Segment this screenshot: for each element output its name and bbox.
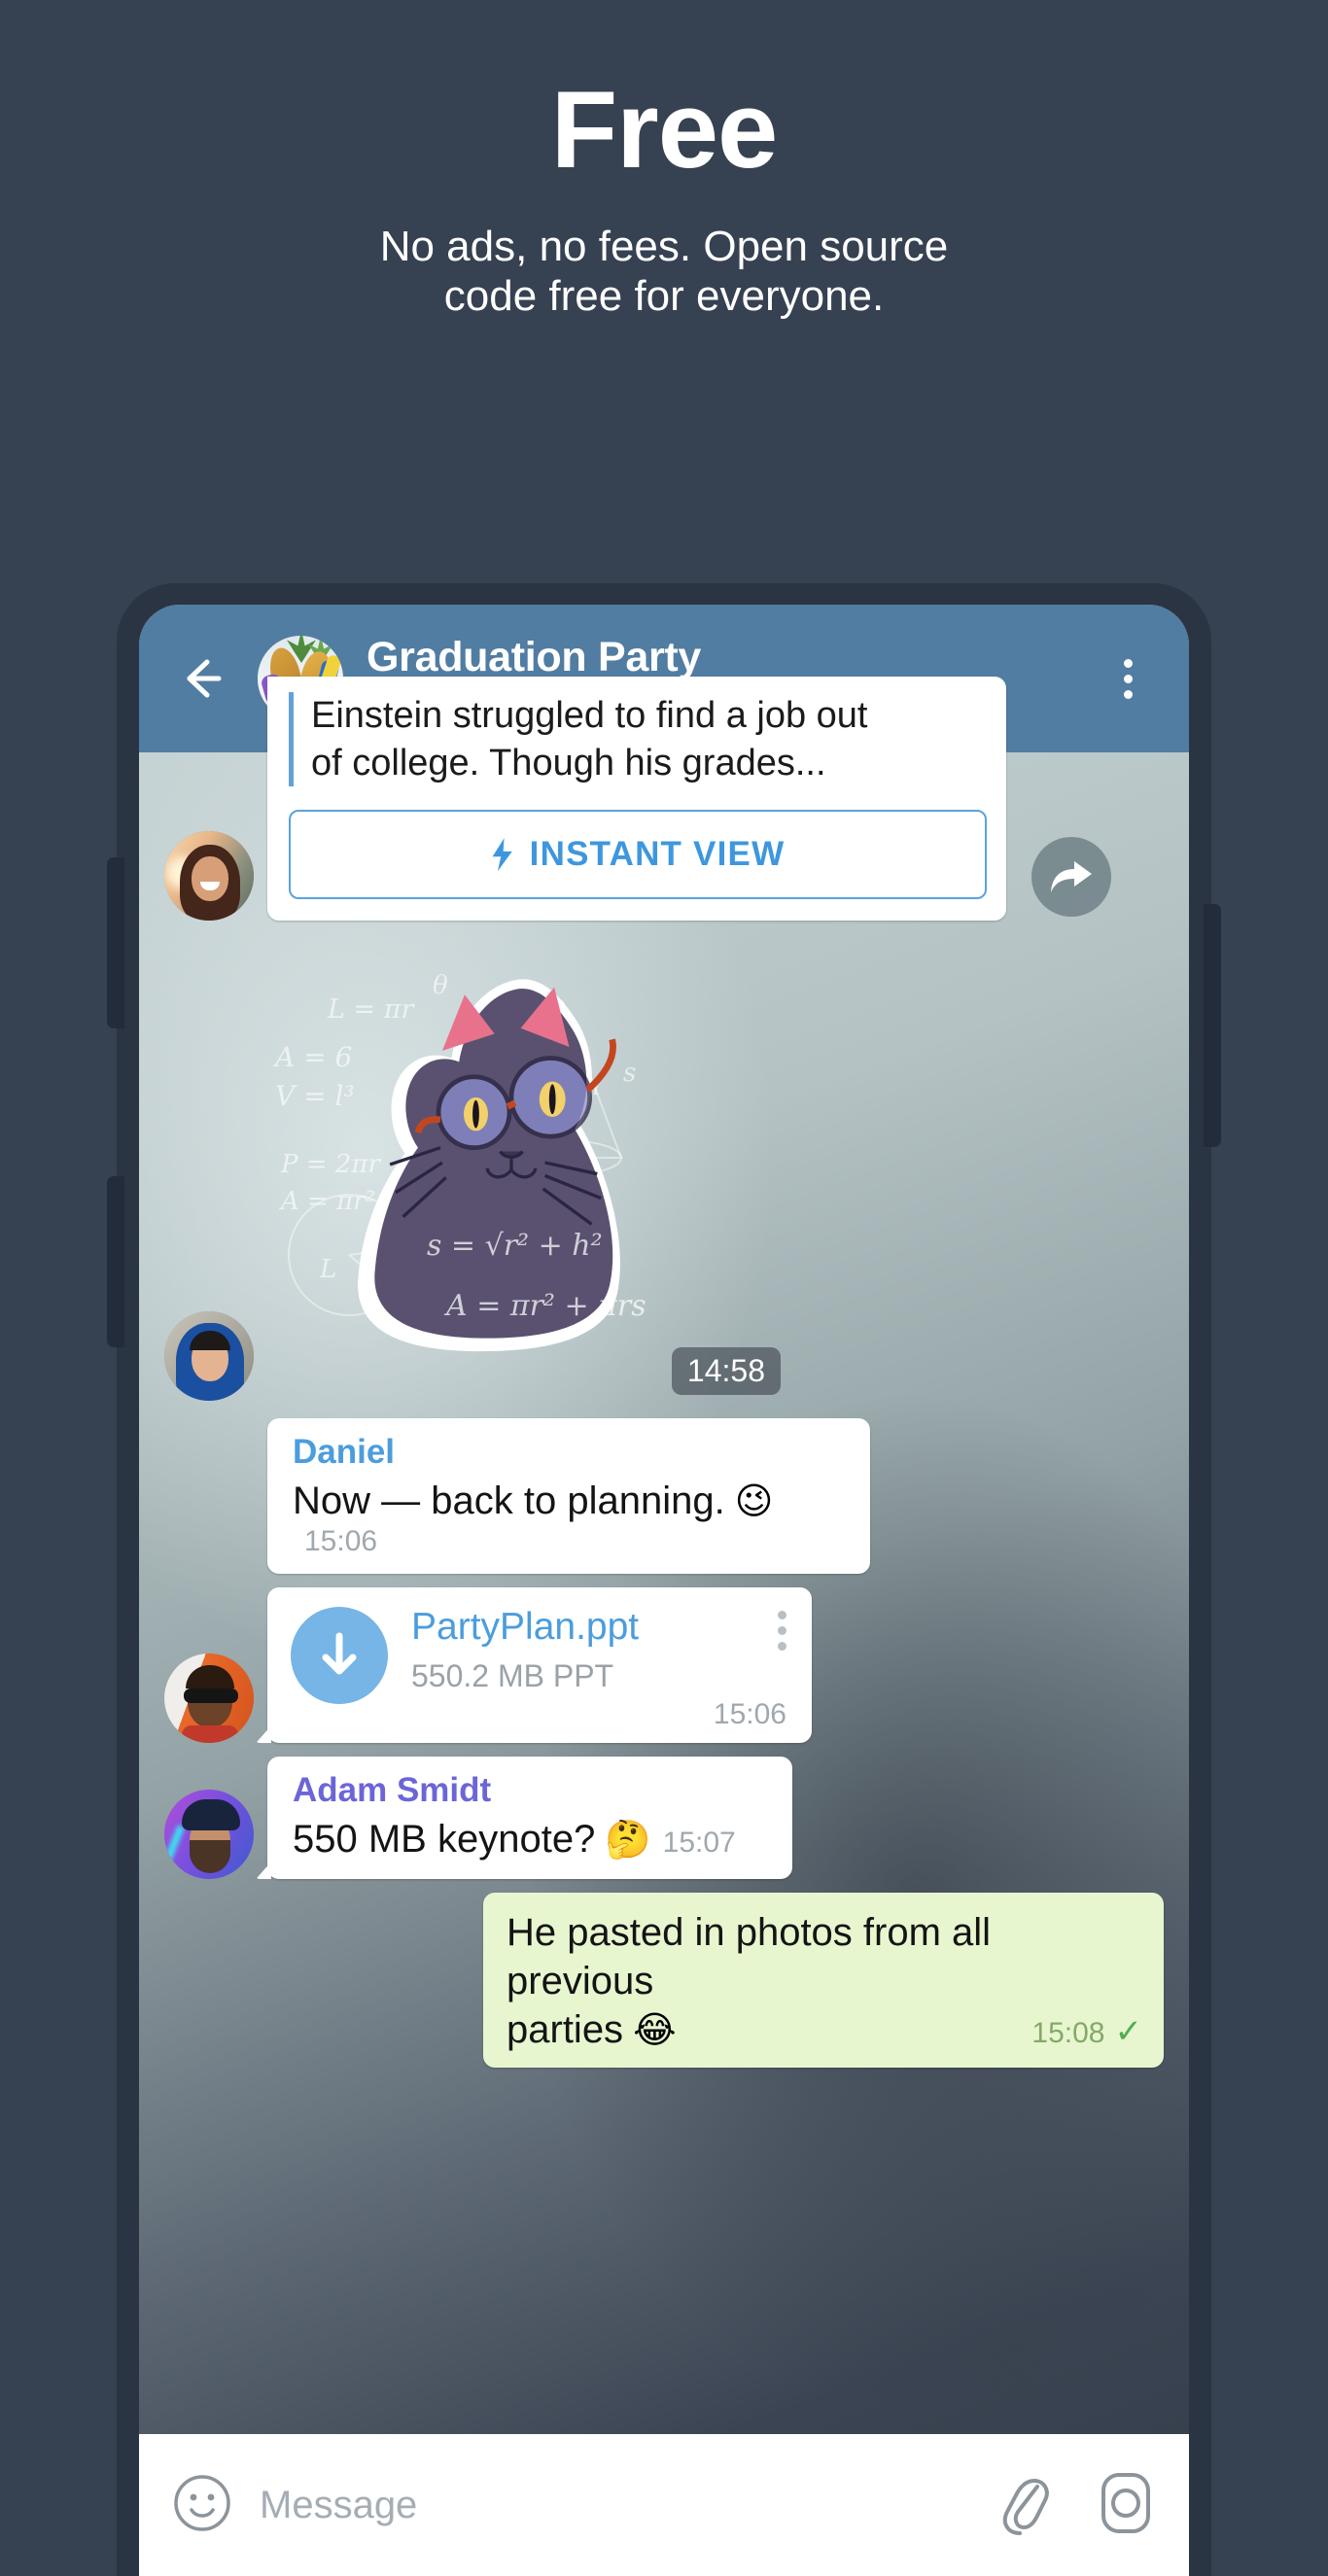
document-bubble[interactable]: PartyPlan.ppt 550.2 MB PPT 15:06 xyxy=(267,1587,812,1744)
avatar[interactable] xyxy=(164,1790,254,1880)
page-title: Free xyxy=(550,69,779,191)
document-name[interactable]: PartyPlan.ppt xyxy=(411,1606,778,1649)
message-adam: Adam Smidt 550 MB keynote? 🤔 15:07 xyxy=(139,1757,1189,1880)
message-timestamp: 15:06 xyxy=(713,1698,786,1731)
thinking-emoji: 🤔 xyxy=(605,1818,651,1862)
power-button[interactable] xyxy=(1204,904,1221,1147)
outgoing-text-line-2: parties xyxy=(507,2008,624,2052)
camera-icon[interactable] xyxy=(1096,2469,1156,2542)
message-timestamp: 15:07 xyxy=(662,1827,736,1860)
volume-down-button[interactable] xyxy=(107,1176,124,1347)
smiley-icon[interactable] xyxy=(172,2473,232,2538)
promo-subtitle-line-2: code free for everyone. xyxy=(443,272,885,321)
sticker-timestamp: 14:58 xyxy=(671,1347,781,1396)
sticker-bubble[interactable]: L = πr θ θ A = 6 V = l³ P = 2πr A = πr² … xyxy=(271,944,781,1401)
more-vertical-icon[interactable] xyxy=(778,1607,786,1652)
avatar[interactable] xyxy=(164,1654,254,1744)
link-preview-line-1: Einstein struggled to find a job out xyxy=(311,695,868,736)
message-document: PartyPlan.ppt 550.2 MB PPT 15:06 xyxy=(139,1587,1189,1744)
message-bubble[interactable]: Adam Smidt 550 MB keynote? 🤔 15:07 xyxy=(267,1757,792,1880)
instant-view-button[interactable]: INSTANT VIEW xyxy=(289,810,987,900)
outgoing-bubble[interactable]: He pasted in photos from all previous pa… xyxy=(483,1893,1164,2069)
svg-text:s = √r² + h²: s = √r² + h² xyxy=(427,1229,603,1263)
phone-mockup: Graduation Party 278 members, 42 online xyxy=(107,583,1221,2576)
chat-title: Graduation Party xyxy=(367,634,702,681)
joy-emoji: 😂 xyxy=(633,2008,677,2052)
message-input[interactable]: Message xyxy=(260,2484,998,2527)
volume-up-button[interactable] xyxy=(107,857,124,1028)
avatar[interactable] xyxy=(164,831,254,922)
message-timestamp: 15:06 xyxy=(304,1525,378,1558)
link-preview-bubble[interactable]: Einstein struggled to find a job out of … xyxy=(267,677,1006,922)
avatar[interactable] xyxy=(164,1311,254,1402)
math-cat-sticker: s = √r² + h² A = πr² + πrs xyxy=(288,979,647,1352)
message-sender: Adam Smidt xyxy=(293,1771,492,1810)
wink-emoji: 😉 xyxy=(734,1479,774,1523)
message-text: Now — back to planning. xyxy=(293,1479,725,1523)
message-list: Einstein struggled to find a job out of … xyxy=(139,677,1189,2576)
svg-text:A = πr² + πrs: A = πr² + πrs xyxy=(443,1289,647,1323)
promo-subtitle: No ads, no fees. Open source code free f… xyxy=(0,222,1328,321)
more-vertical-icon[interactable] xyxy=(1105,658,1150,699)
message-outgoing: He pasted in photos from all previous pa… xyxy=(139,1893,1189,2069)
read-check-icon: ✓ xyxy=(1114,2013,1143,2051)
promo-subtitle-line-1: No ads, no fees. Open source xyxy=(379,223,949,270)
message-bubble[interactable]: Daniel Now — back to planning. 😉 15:06 xyxy=(267,1418,870,1575)
message-sender: Daniel xyxy=(293,1433,396,1472)
outgoing-text-line-1: He pasted in photos from all previous xyxy=(507,1911,992,2003)
forward-button[interactable] xyxy=(1031,837,1111,918)
chat-wallpaper: Einstein struggled to find a job out of … xyxy=(139,677,1189,2576)
message-sticker: L = πr θ θ A = 6 V = l³ P = 2πr A = πr² … xyxy=(139,944,1189,1402)
bolt-icon xyxy=(492,838,512,872)
instant-view-label: INSTANT VIEW xyxy=(529,835,786,874)
back-arrow-icon[interactable] xyxy=(174,650,230,707)
download-arrow-icon[interactable] xyxy=(291,1607,388,1705)
message-link-preview: Einstein struggled to find a job out of … xyxy=(139,677,1189,922)
promo-header: Free No ads, no fees. Open source code f… xyxy=(0,0,1328,583)
phone-screen: Graduation Party 278 members, 42 online xyxy=(139,605,1189,2576)
document-size: 550.2 MB PPT xyxy=(411,1658,614,1694)
link-preview-line-2: of college. Though his grades... xyxy=(311,742,826,783)
paperclip-icon[interactable] xyxy=(998,2471,1055,2540)
message-daniel: Daniel Now — back to planning. 😉 15:06 xyxy=(139,1418,1189,1575)
message-input-bar: Message xyxy=(139,2434,1189,2576)
message-text: 550 MB keynote? xyxy=(293,1818,596,1862)
link-preview-text: Einstein struggled to find a job out of … xyxy=(289,692,987,787)
message-timestamp: 15:08 xyxy=(1031,2017,1105,2050)
